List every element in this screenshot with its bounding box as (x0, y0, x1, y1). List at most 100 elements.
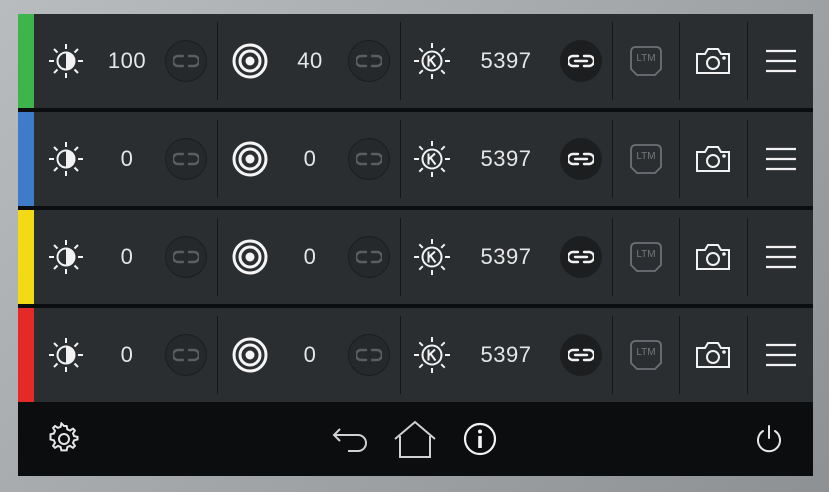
camera-icon (694, 46, 732, 76)
color-temp-value[interactable]: 5397 (470, 308, 542, 402)
gear-icon (47, 422, 81, 456)
ltm-label: LTM (636, 347, 656, 358)
kelvin-sun-icon[interactable] (408, 14, 456, 108)
kelvin-sun-icon[interactable] (408, 308, 456, 402)
kelvin-sun-icon[interactable] (408, 210, 456, 304)
brightness-icon[interactable] (42, 210, 90, 304)
snapshot-button[interactable] (688, 308, 738, 402)
light-row: 0 0 5397 LTM (18, 210, 813, 304)
link-off-icon (165, 138, 207, 180)
divider (747, 120, 748, 198)
settings-button[interactable] (39, 414, 89, 464)
focus-value[interactable]: 40 (285, 14, 335, 108)
camera-icon (694, 144, 732, 174)
ltm-icon: LTM (629, 45, 663, 77)
row-menu-button[interactable] (756, 210, 806, 304)
channel-color-strip (18, 112, 34, 206)
brightness-value[interactable]: 0 (102, 112, 152, 206)
divider (612, 22, 613, 100)
focus-link-button[interactable] (347, 14, 391, 108)
color-temp-link-button[interactable] (558, 210, 604, 304)
row-menu-button[interactable] (756, 308, 806, 402)
snapshot-button[interactable] (688, 112, 738, 206)
ltm-icon: LTM (629, 241, 663, 273)
divider (679, 22, 680, 100)
focus-value[interactable]: 0 (285, 308, 335, 402)
link-off-icon (348, 138, 390, 180)
link-off-icon (348, 236, 390, 278)
channel-color-strip (18, 210, 34, 304)
focus-target-icon[interactable] (228, 14, 272, 108)
focus-link-button[interactable] (347, 308, 391, 402)
brightness-link-button[interactable] (164, 112, 208, 206)
power-button[interactable] (744, 414, 794, 464)
light-row: 100 40 5397 LTM (18, 14, 813, 108)
brightness-icon[interactable] (42, 112, 90, 206)
color-temp-link-button[interactable] (558, 308, 604, 402)
color-temp-link-button[interactable] (558, 14, 604, 108)
focus-target-icon[interactable] (228, 210, 272, 304)
ltm-label: LTM (636, 53, 656, 64)
link-on-icon (560, 40, 602, 82)
color-temp-value[interactable]: 5397 (470, 14, 542, 108)
brightness-icon[interactable] (42, 14, 90, 108)
back-button[interactable] (325, 414, 375, 464)
brightness-value[interactable]: 0 (102, 210, 152, 304)
home-button[interactable] (390, 414, 440, 464)
ltm-button[interactable]: LTM (622, 210, 670, 304)
hamburger-menu-icon (765, 245, 797, 269)
divider (612, 218, 613, 296)
divider (679, 120, 680, 198)
color-temp-link-button[interactable] (558, 112, 604, 206)
hamburger-menu-icon (765, 147, 797, 171)
power-icon (753, 423, 785, 455)
link-off-icon (165, 40, 207, 82)
divider (400, 22, 401, 100)
back-arrow-icon (330, 424, 370, 454)
focus-target-icon[interactable] (228, 112, 272, 206)
divider (217, 120, 218, 198)
control-panel: 100 40 5397 LTM 0 0 5397 LTM 0 0 5397 LTM 0 0 5397 LTM (18, 14, 813, 476)
divider (747, 316, 748, 394)
color-temp-value[interactable]: 5397 (470, 210, 542, 304)
channel-color-strip (18, 14, 34, 108)
link-on-icon (560, 138, 602, 180)
light-row: 0 0 5397 LTM (18, 112, 813, 206)
row-menu-button[interactable] (756, 112, 806, 206)
link-off-icon (165, 236, 207, 278)
info-button[interactable] (455, 414, 505, 464)
divider (217, 22, 218, 100)
divider (400, 218, 401, 296)
ltm-label: LTM (636, 249, 656, 260)
ltm-button[interactable]: LTM (622, 112, 670, 206)
brightness-value[interactable]: 0 (102, 308, 152, 402)
link-off-icon (348, 40, 390, 82)
ltm-button[interactable]: LTM (622, 14, 670, 108)
divider (400, 316, 401, 394)
divider (612, 120, 613, 198)
divider (679, 316, 680, 394)
focus-value[interactable]: 0 (285, 210, 335, 304)
color-temp-value[interactable]: 5397 (470, 112, 542, 206)
ltm-icon: LTM (629, 143, 663, 175)
brightness-value[interactable]: 100 (102, 14, 152, 108)
ltm-button[interactable]: LTM (622, 308, 670, 402)
brightness-icon[interactable] (42, 308, 90, 402)
focus-target-icon[interactable] (228, 308, 272, 402)
info-icon (462, 421, 498, 457)
link-on-icon (560, 334, 602, 376)
focus-link-button[interactable] (347, 112, 391, 206)
brightness-link-button[interactable] (164, 14, 208, 108)
brightness-link-button[interactable] (164, 210, 208, 304)
light-row: 0 0 5397 LTM (18, 308, 813, 402)
divider (679, 218, 680, 296)
kelvin-sun-icon[interactable] (408, 112, 456, 206)
focus-value[interactable]: 0 (285, 112, 335, 206)
channel-color-strip (18, 308, 34, 402)
camera-icon (694, 340, 732, 370)
row-menu-button[interactable] (756, 14, 806, 108)
focus-link-button[interactable] (347, 210, 391, 304)
snapshot-button[interactable] (688, 210, 738, 304)
brightness-link-button[interactable] (164, 308, 208, 402)
snapshot-button[interactable] (688, 14, 738, 108)
